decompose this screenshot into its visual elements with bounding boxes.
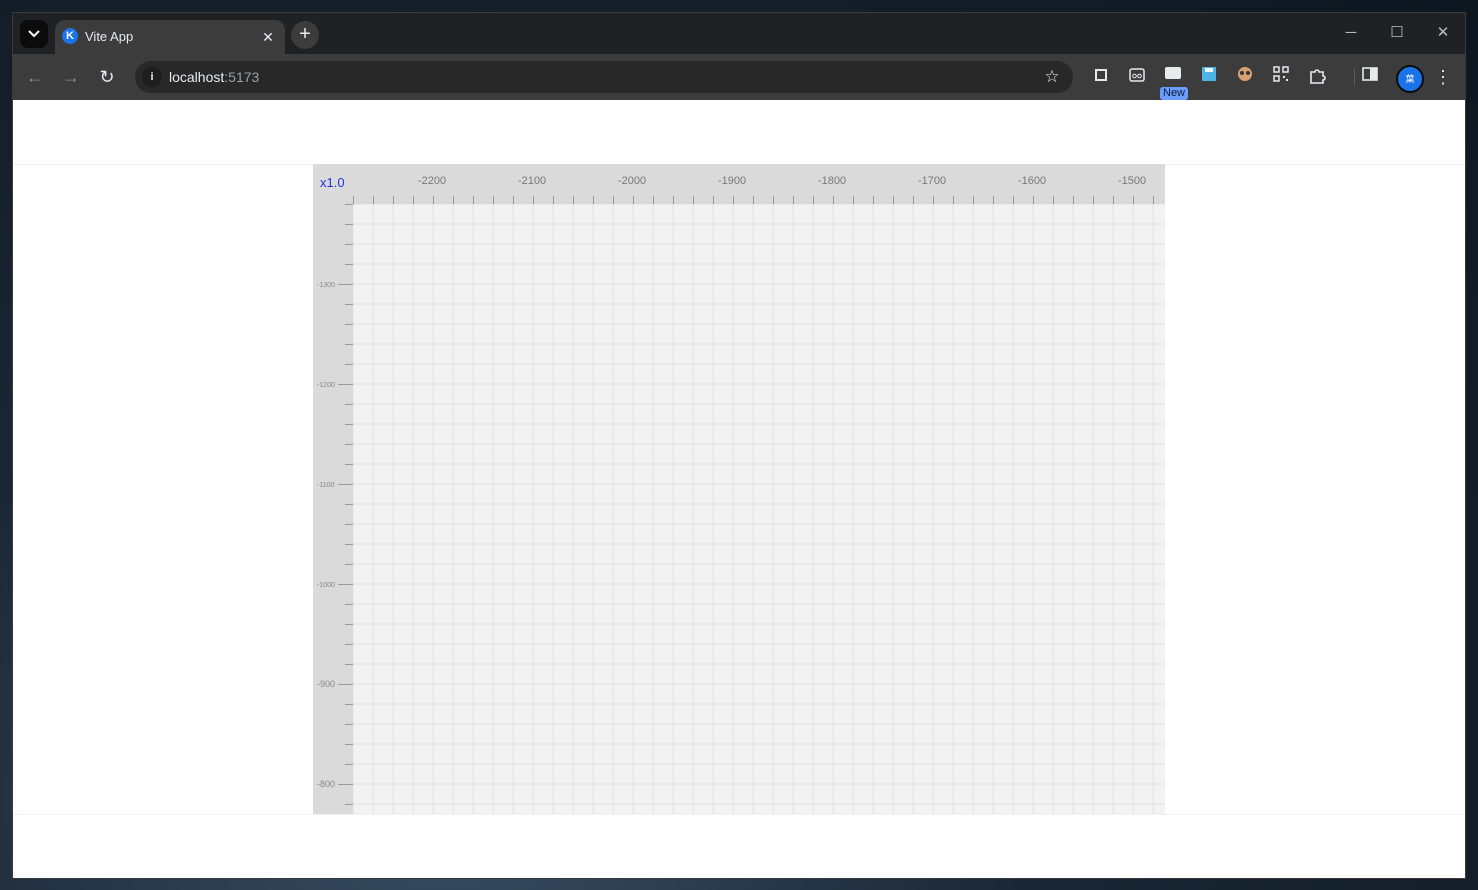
chevron-down-icon	[28, 30, 40, 38]
ruler-x-label: -1500	[1118, 175, 1146, 187]
new-badge: New	[1160, 87, 1189, 100]
qr-code-icon[interactable]	[1270, 66, 1292, 88]
canvas-editor[interactable]: -2200 -2100 -2000 -1900 -1800 -1700 -1600 -1500…	[313, 164, 1165, 814]
browser-toolbar: ← → ↻ i localhost:5173 ☆ New 葉 ⋮	[13, 54, 1465, 100]
reader-extension-icon[interactable]	[1126, 66, 1148, 88]
ruler-x-label: -1600	[1018, 175, 1046, 187]
ruler-x-label: -1900	[718, 175, 746, 187]
star-icon[interactable]: ☆	[1041, 66, 1063, 88]
ruler-x-label: -1800	[818, 175, 846, 187]
profile-avatar[interactable]: 葉	[1396, 65, 1424, 93]
reload-icon[interactable]: ↻	[95, 65, 119, 89]
new-extension-icon[interactable]	[1162, 66, 1184, 88]
ruler-y-label: -1100	[317, 482, 334, 489]
ruler-y-label: -1000	[317, 582, 335, 589]
back-arrow-icon[interactable]: ←	[23, 65, 47, 89]
zoom-level-label[interactable]: x1.0	[320, 175, 345, 190]
ruler-y-label: -1200	[317, 382, 335, 389]
menu-kebab-icon[interactable]: ⋮	[1432, 66, 1454, 88]
left-ruler	[313, 164, 353, 814]
info-icon[interactable]: i	[142, 67, 162, 87]
ruler-x-label: -2100	[518, 175, 546, 187]
ruler-x-label: -1700	[918, 175, 946, 187]
page-viewport: -2200 -2100 -2000 -1900 -1800 -1700 -1600 -1500…	[13, 100, 1465, 878]
ruler-y-label: -800	[317, 779, 335, 789]
new-tab-button[interactable]: +	[291, 21, 319, 49]
ruler-and-grid: -2200 -2100 -2000 -1900 -1800 -1700 -1600 -1500…	[313, 164, 1165, 814]
ruler-y-label: -900	[317, 679, 335, 689]
window-close-icon[interactable]: ✕	[1420, 13, 1465, 53]
tab-vite-app[interactable]: K Vite App ✕	[55, 20, 285, 54]
ruler-x-label: -2200	[418, 175, 446, 187]
toolbar-divider	[1354, 68, 1355, 86]
tab-favicon-icon: K	[62, 28, 78, 44]
minimize-icon[interactable]: ─	[1328, 13, 1374, 53]
ruler-y-label: -1300	[317, 282, 335, 289]
url-host: localhost	[169, 69, 225, 85]
maximize-icon[interactable]: ☐	[1374, 13, 1420, 53]
tab-search-button[interactable]	[20, 20, 48, 48]
forward-arrow-icon[interactable]: →	[59, 65, 83, 89]
tab-title: Vite App	[85, 29, 134, 44]
footer-divider	[13, 814, 1465, 815]
url-text[interactable]: localhost:5173	[169, 69, 259, 85]
tab-strip: K Vite App ✕ + ─ ☐ ✕	[13, 13, 1465, 54]
side-panel-icon[interactable]	[1359, 66, 1381, 88]
browser-window: K Vite App ✕ + ─ ☐ ✕ ← → ↻ i localhost:5…	[12, 12, 1466, 879]
url-port: :5173	[224, 69, 260, 85]
mask-extension-icon[interactable]	[1234, 66, 1256, 88]
close-icon[interactable]: ✕	[259, 28, 277, 46]
extensions-puzzle-icon[interactable]	[1306, 66, 1328, 88]
address-bar[interactable]: i localhost:5173 ☆	[135, 61, 1073, 93]
ruler-x-label: -2000	[618, 175, 646, 187]
screenshot-extension-icon[interactable]	[1090, 66, 1112, 88]
save-extension-icon[interactable]	[1198, 66, 1220, 88]
